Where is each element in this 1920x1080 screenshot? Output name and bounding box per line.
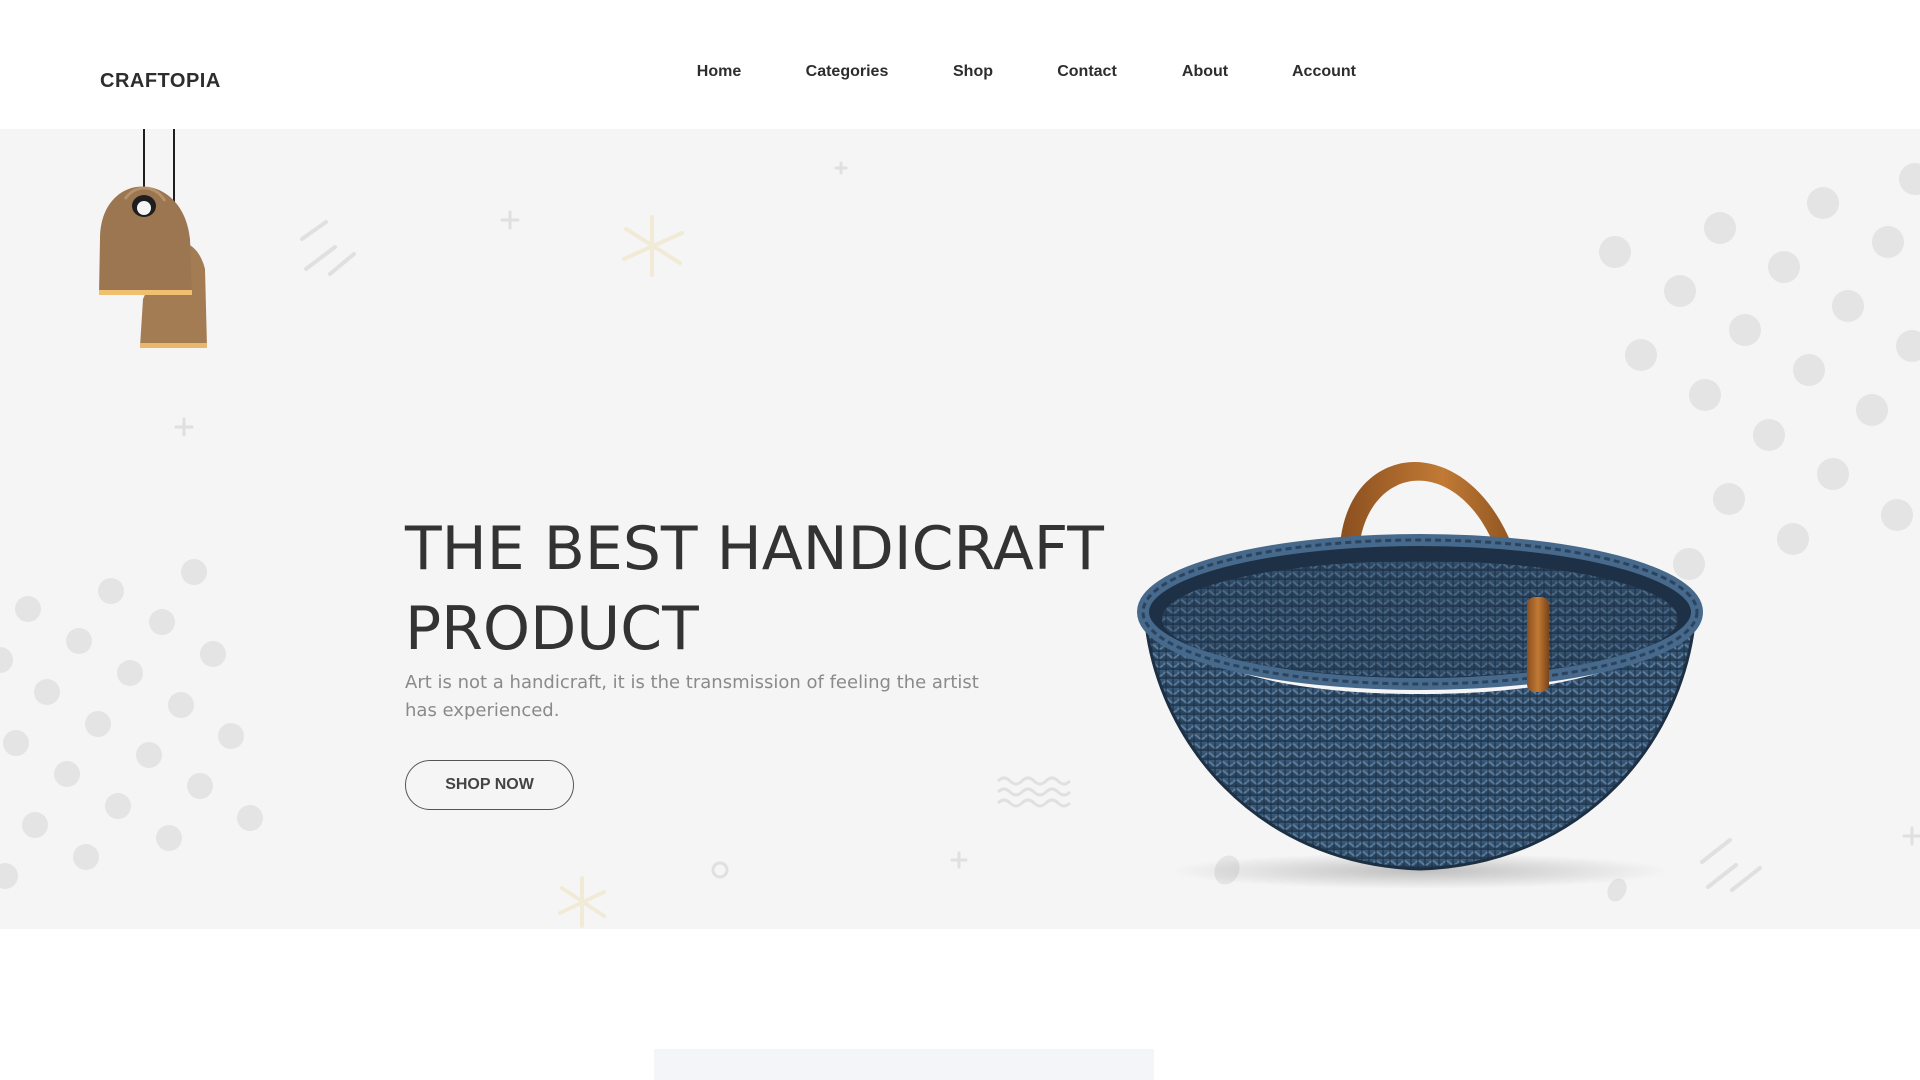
dot-cluster-left [0, 559, 263, 889]
hero-section: THE BEST HANDICRAFT PRODUCT Art is not a… [0, 129, 1920, 929]
pendant-lamps-image [99, 129, 207, 348]
site-header: CRAFTOPIA Home Categories Shop Contact A… [0, 0, 1920, 129]
main-nav: Home Categories Shop Contact About Accou… [0, 63, 1920, 87]
nav-link-about[interactable]: About [1182, 63, 1228, 81]
content-card-placeholder [654, 1049, 1154, 1080]
nav-link-contact[interactable]: Contact [1057, 63, 1117, 81]
hero-title: THE BEST HANDICRAFT PRODUCT [405, 514, 1104, 664]
nav-link-shop[interactable]: Shop [953, 63, 993, 81]
nav-link-home[interactable]: Home [697, 63, 741, 81]
hero-subtitle: Art is not a handicraft, it is the trans… [405, 672, 979, 721]
ring-mark [711, 861, 729, 879]
basket-handle-front [1527, 597, 1549, 692]
wave-marks [996, 776, 1072, 808]
shop-now-button[interactable]: SHOP NOW [405, 760, 574, 810]
nav-link-account[interactable]: Account [1292, 63, 1356, 81]
woven-basket-image [1137, 462, 1703, 889]
nav-link-categories[interactable]: Categories [806, 63, 889, 81]
